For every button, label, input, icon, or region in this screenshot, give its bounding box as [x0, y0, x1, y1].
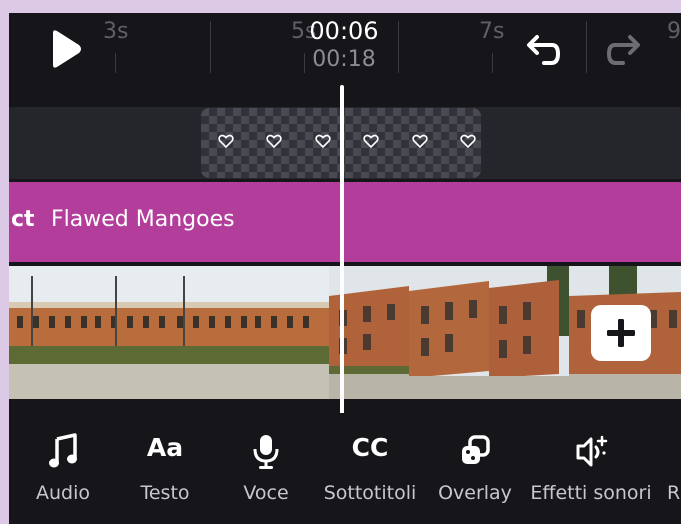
video-thumbnail: [9, 266, 89, 399]
sound-effects-icon: [576, 435, 608, 467]
video-editor: 3s 5s 7s 9 00:06 00:18 ct Flawed Mangoes…: [9, 13, 681, 524]
overlay-icon: [462, 435, 490, 464]
toolbar-audio-label: Audio: [35, 482, 91, 504]
toolbar-voice-label: Voce: [243, 482, 289, 504]
toolbar-more-label: R: [667, 482, 681, 504]
toolbar-subtitles-label: Sottotitoli: [323, 482, 417, 504]
toolbar-more-button[interactable]: R: [667, 433, 681, 513]
toolbar-sound-effects-label: Effetti sonori: [530, 482, 652, 504]
heart-icon: [460, 134, 476, 149]
video-thumbnail: [89, 266, 169, 399]
undo-icon: [527, 35, 561, 65]
tick-label-9s: 9: [667, 19, 681, 44]
text-track-clip[interactable]: ct Flawed Mangoes: [9, 182, 681, 262]
tick-label-3s: 3s: [103, 19, 129, 44]
video-thumbnail: [409, 266, 489, 399]
tick-mark: [210, 21, 211, 73]
tick-mark: [586, 21, 587, 73]
toolbar-overlay-button[interactable]: Overlay: [437, 433, 513, 513]
heart-icon: [363, 134, 379, 149]
tick-label-7s: 7s: [479, 19, 505, 44]
heart-icon: [412, 134, 428, 149]
microphone-icon: [253, 435, 279, 469]
total-duration: 00:18: [312, 47, 376, 72]
text-clip-title: Flawed Mangoes: [51, 207, 235, 232]
text-icon: Aa: [146, 433, 184, 462]
toolbar-text-label: Testo: [140, 482, 190, 504]
heart-icon: [218, 134, 234, 149]
timeline-ruler: 3s 5s 7s 9 00:06 00:18: [9, 13, 681, 105]
redo-icon: [606, 35, 640, 65]
heart-icon: [266, 134, 282, 149]
play-button[interactable]: [43, 27, 87, 71]
toolbar-voice-button[interactable]: Voce: [231, 433, 301, 513]
toolbar-sound-effects-button[interactable]: Effetti sonori: [529, 433, 653, 513]
tick-mark: [492, 53, 493, 73]
redo-button[interactable]: [605, 29, 645, 69]
video-thumbnail: [249, 266, 329, 399]
tick-mark: [115, 53, 116, 73]
video-thumbnail: [489, 266, 569, 399]
toolbar-subtitles-button[interactable]: CC Sottotitoli: [323, 433, 417, 513]
heart-icon: [315, 134, 331, 149]
plus-icon: [607, 319, 635, 347]
video-thumbnail: [169, 266, 249, 399]
bottom-toolbar: Audio Aa Testo Voce CC Sottotitoli Overl…: [9, 413, 681, 524]
music-note-icon: [49, 433, 77, 468]
sticker-track: [9, 107, 681, 179]
current-time: 00:06: [309, 17, 379, 45]
toolbar-overlay-label: Overlay: [438, 482, 512, 504]
closed-captions-icon: CC: [351, 433, 389, 462]
tick-mark: [398, 21, 399, 73]
add-clip-button[interactable]: [591, 305, 651, 361]
text-clip-prefix: ct: [11, 207, 35, 232]
playhead[interactable]: [340, 85, 344, 416]
video-track[interactable]: [9, 266, 681, 399]
toolbar-text-button[interactable]: Aa Testo: [130, 433, 200, 513]
undo-button[interactable]: [522, 29, 562, 69]
toolbar-audio-button[interactable]: Audio: [28, 433, 98, 513]
play-icon: [53, 30, 81, 68]
